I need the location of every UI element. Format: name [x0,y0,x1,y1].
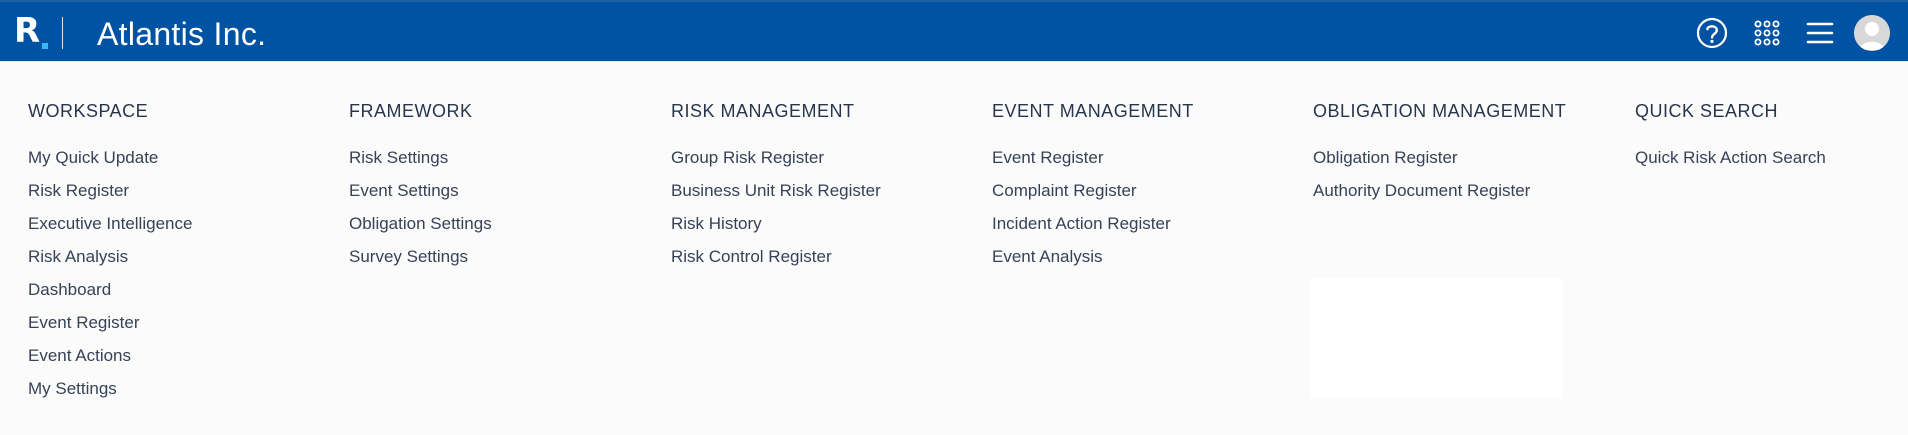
app-logo[interactable]: R [14,12,40,50]
help-icon[interactable] [1694,15,1730,51]
event-management-heading: EVENT MANAGEMENT [992,101,1194,121]
obligation-management-heading: OBLIGATION MANAGEMENT [1313,101,1567,121]
menu-link-risk-history[interactable]: Risk History [671,214,971,234]
menu-link-risk-register[interactable]: Risk Register [28,181,328,201]
risk-management-column: RISK MANAGEMENT Group Risk Register Busi… [671,99,971,280]
mega-menu-panel: WORKSPACE My Quick Update Risk Register … [0,63,1908,435]
menu-link-obligation-settings[interactable]: Obligation Settings [349,214,649,234]
avatar[interactable] [1854,15,1890,51]
menu-link-incident-action-register[interactable]: Incident Action Register [992,214,1292,234]
company-name: Atlantis Inc. [97,16,267,52]
obligation-empty-panel [1310,278,1563,398]
menu-link-event-register[interactable]: Event Register [28,313,328,333]
menu-link-dashboard[interactable]: Dashboard [28,280,328,300]
logo-dot [42,43,48,49]
hamburger-menu-icon[interactable] [1802,15,1838,51]
quick-search-heading: QUICK SEARCH [1635,101,1779,121]
workspace-heading: WORKSPACE [28,101,149,121]
top-navigation-bar: R Atlantis Inc. [0,0,1908,62]
menu-link-my-quick-update[interactable]: My Quick Update [28,148,328,168]
menu-link-survey-settings[interactable]: Survey Settings [349,247,649,267]
menu-link-complaint-register[interactable]: Complaint Register [992,181,1292,201]
menu-link-risk-analysis[interactable]: Risk Analysis [28,247,328,267]
menu-link-obligation-register[interactable]: Obligation Register [1313,148,1613,168]
menu-link-quick-risk-action-search[interactable]: Quick Risk Action Search [1635,148,1908,168]
menu-link-event-settings[interactable]: Event Settings [349,181,649,201]
menu-link-business-unit-risk-register[interactable]: Business Unit Risk Register [671,181,971,201]
menu-link-risk-settings[interactable]: Risk Settings [349,148,649,168]
menu-link-executive-intelligence[interactable]: Executive Intelligence [28,214,328,234]
workspace-column: WORKSPACE My Quick Update Risk Register … [28,99,328,412]
risk-management-heading: RISK MANAGEMENT [671,101,855,121]
menu-link-group-risk-register[interactable]: Group Risk Register [671,148,971,168]
menu-link-authority-document-register[interactable]: Authority Document Register [1313,181,1613,201]
framework-column: FRAMEWORK Risk Settings Event Settings O… [349,99,649,280]
menu-link-event-register[interactable]: Event Register [992,148,1292,168]
obligation-management-column: OBLIGATION MANAGEMENT Obligation Registe… [1313,99,1613,214]
apps-grid-icon[interactable] [1749,15,1785,51]
quick-search-column: QUICK SEARCH Quick Risk Action Search [1635,99,1908,181]
menu-link-risk-control-register[interactable]: Risk Control Register [671,247,971,267]
logo-divider [62,17,63,49]
menu-link-event-analysis[interactable]: Event Analysis [992,247,1292,267]
event-management-column: EVENT MANAGEMENT Event Register Complain… [992,99,1292,280]
menu-link-event-actions[interactable]: Event Actions [28,346,328,366]
menu-link-my-settings[interactable]: My Settings [28,379,328,399]
framework-heading: FRAMEWORK [349,101,473,121]
